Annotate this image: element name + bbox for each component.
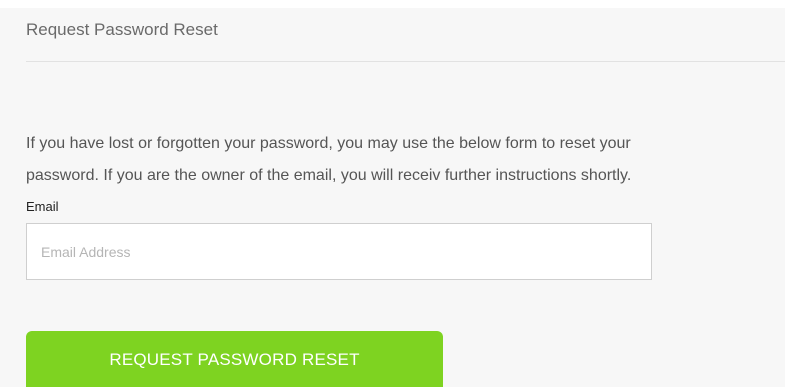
header-divider — [26, 61, 785, 62]
page-title: Request Password Reset — [26, 20, 218, 39]
email-label: Email — [26, 199, 59, 214]
email-input[interactable] — [26, 223, 652, 280]
request-password-reset-button[interactable]: REQUEST PASSWORD RESET — [26, 331, 443, 387]
instructions-line-1: If you have lost or forgotten your passw… — [26, 135, 631, 152]
instructions-text: If you have lost or forgotten your passw… — [26, 128, 785, 192]
instructions-line-2: password. If you are the owner of the em… — [26, 167, 632, 184]
reset-panel: Request Password Reset If you have lost … — [0, 8, 785, 387]
